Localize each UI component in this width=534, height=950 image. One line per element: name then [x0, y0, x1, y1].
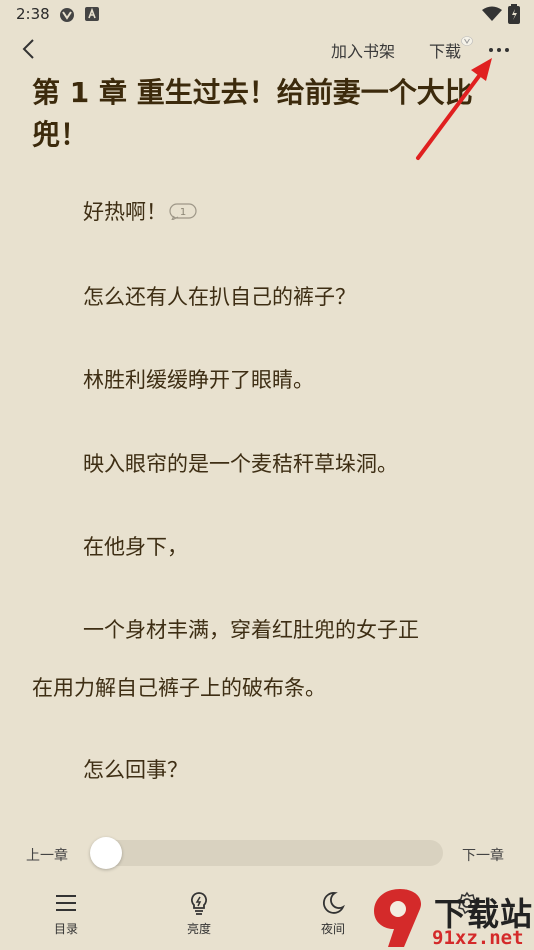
back-button[interactable]	[14, 34, 44, 64]
next-chapter-button[interactable]: 下一章	[462, 845, 504, 865]
moon-icon	[323, 892, 345, 914]
prev-chapter-button[interactable]: 上一章	[26, 845, 68, 865]
more-dots-icon	[489, 48, 509, 52]
app-badge-icon	[84, 6, 100, 26]
night-mode-button[interactable]: 夜间	[298, 890, 368, 937]
paragraph: 林胜利缓缓睁开了眼睛。	[83, 368, 314, 392]
more-options-button[interactable]	[486, 38, 512, 62]
paragraph-text: 好热啊！	[83, 200, 167, 224]
chapter-progress: 上一章 下一章	[0, 830, 534, 874]
site-logo-icon	[374, 889, 422, 947]
chapter-title: 第 1 章 重生过去！给前妻一个大比兜！	[32, 76, 473, 151]
paragraph: 映入眼帘的是一个麦秸秆草垛洞。	[83, 452, 398, 476]
comment-count-badge[interactable]: 1	[169, 198, 197, 228]
toc-label: 目录	[53, 922, 78, 936]
chevron-left-icon	[22, 39, 34, 59]
battery-icon	[508, 4, 520, 28]
reader-top-bar: 加入书架 下载	[0, 28, 534, 70]
comment-bubble-icon: 1	[169, 203, 197, 222]
status-bar: 2:38	[0, 0, 534, 28]
add-to-shelf-button[interactable]: 加入书架	[331, 38, 395, 62]
brightness-label: 亮度	[186, 922, 211, 936]
watermark-site: 91xz.net	[432, 927, 524, 949]
site-watermark: 下载站 91xz.net	[370, 885, 534, 950]
status-time: 2:38	[16, 5, 50, 23]
paragraph: 怎么还有人在扒自己的裤子？	[83, 285, 356, 309]
vip-badge-icon	[461, 36, 473, 46]
paragraph: 好热啊！ 1	[83, 197, 197, 228]
paragraph: 怎么回事？	[83, 758, 188, 782]
brightness-button[interactable]: 亮度	[164, 890, 234, 937]
paragraph: 在他身下，	[83, 535, 188, 559]
paragraph-continuation: 在用力解自己裤子上的破布条。	[32, 676, 326, 700]
download-label: 下载	[429, 42, 462, 61]
progress-thumb[interactable]	[90, 837, 122, 869]
comment-count: 1	[180, 207, 186, 218]
progress-track[interactable]	[92, 840, 443, 866]
wifi-icon	[482, 6, 502, 26]
app-notification-icon	[58, 6, 76, 28]
toc-button[interactable]: 目录	[31, 890, 101, 937]
list-icon	[56, 895, 76, 911]
download-button[interactable]: 下载	[429, 36, 473, 62]
bulb-icon	[191, 892, 207, 915]
paragraph: 一个身材丰满，穿着红肚兜的女子正	[83, 618, 419, 642]
night-mode-label: 夜间	[320, 922, 345, 936]
